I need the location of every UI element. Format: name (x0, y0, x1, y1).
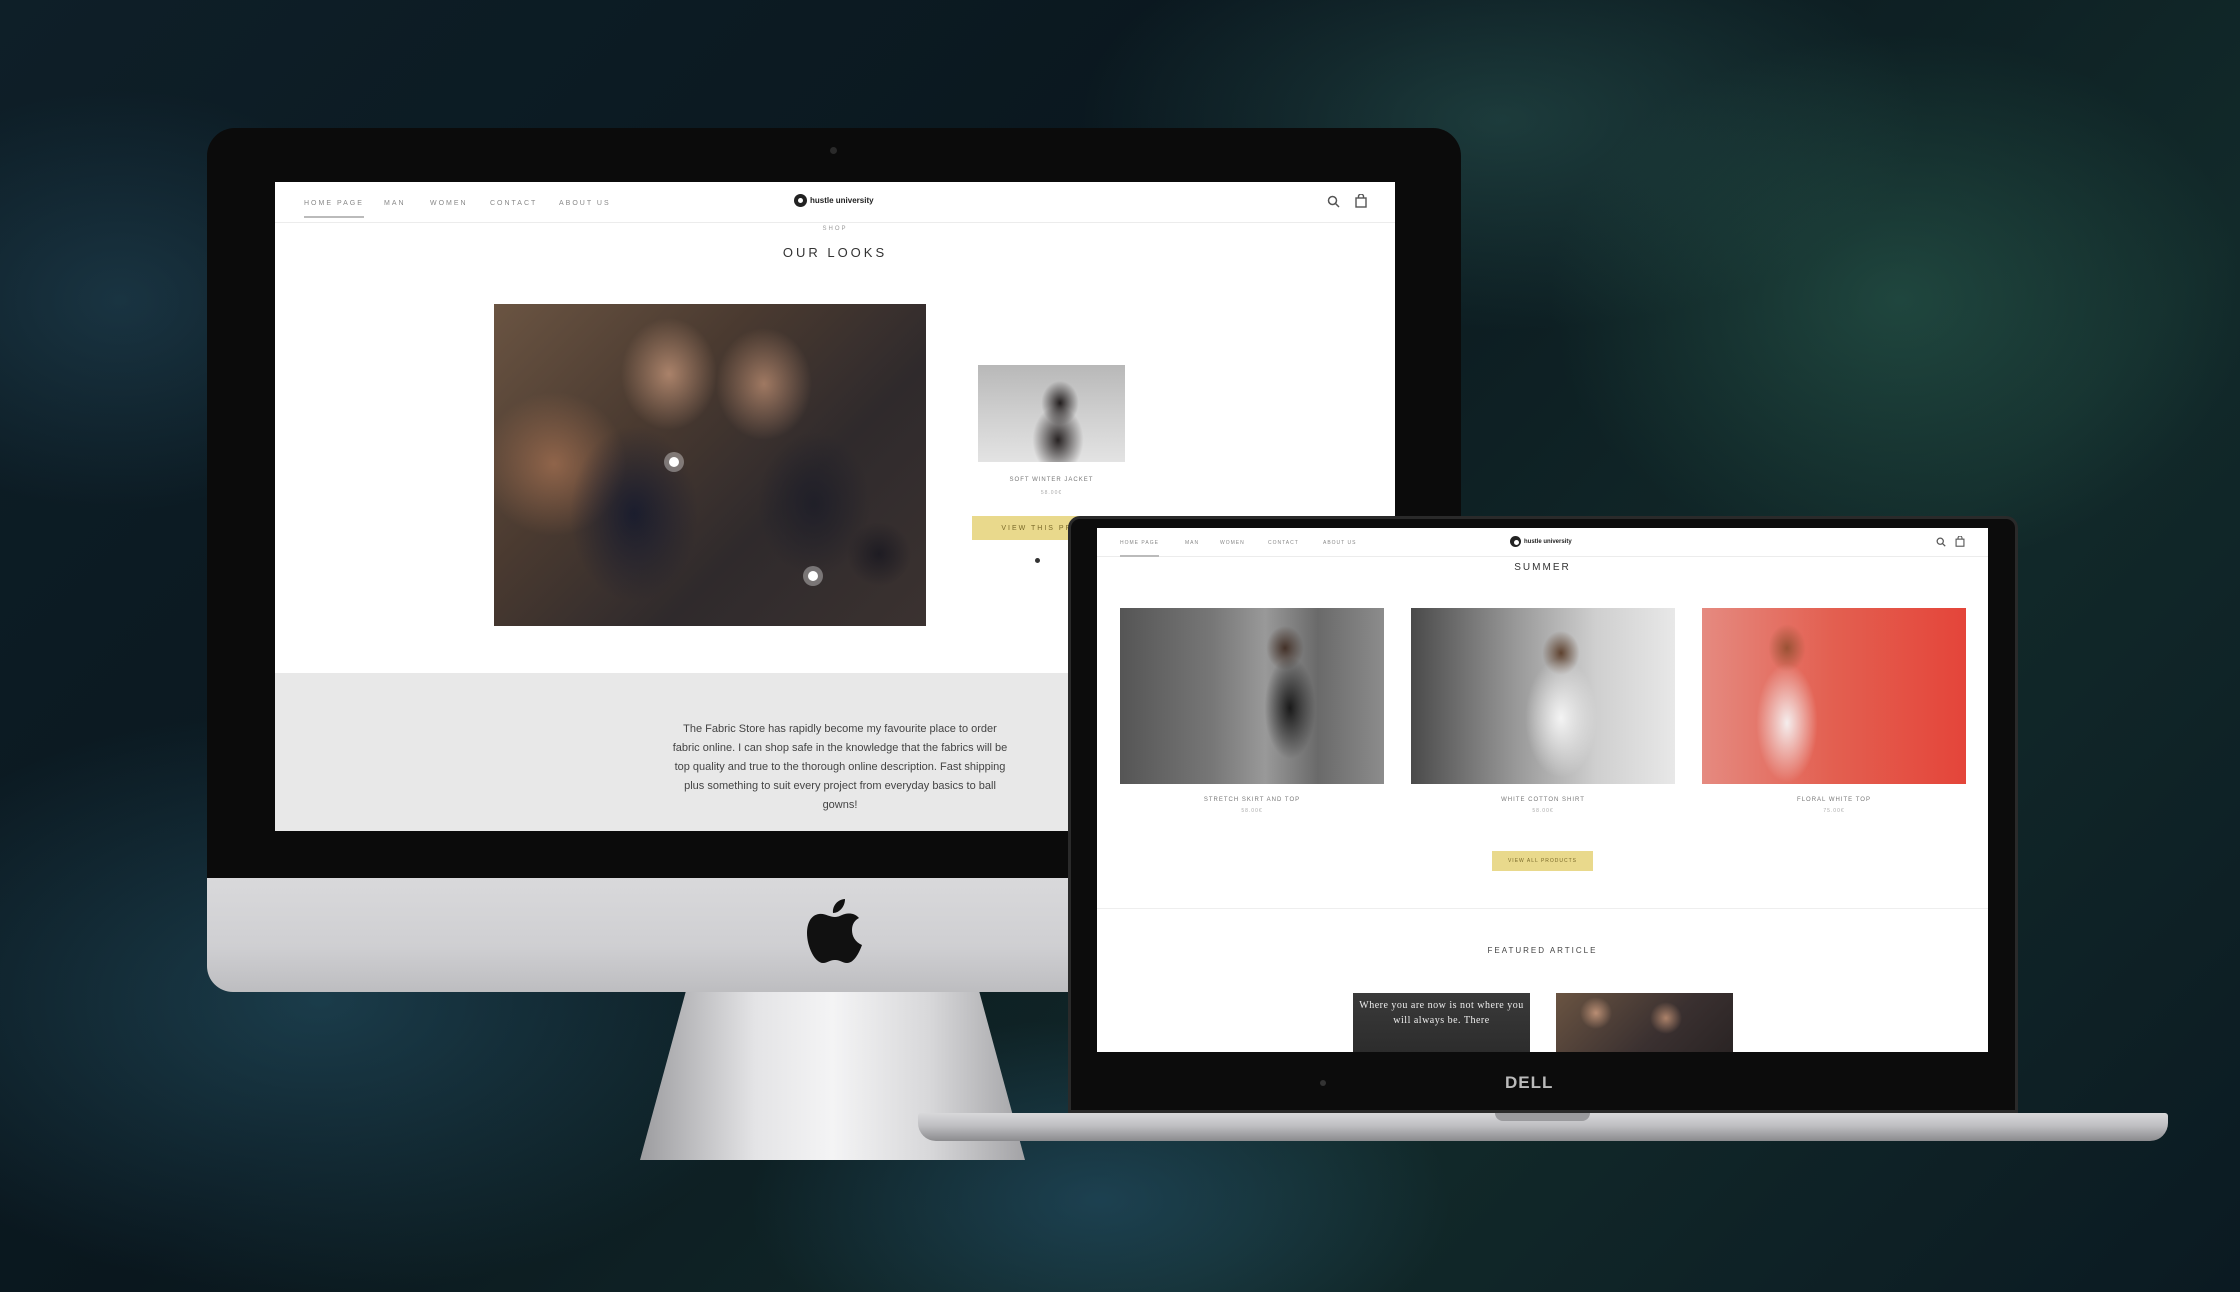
article-card[interactable] (1556, 993, 1733, 1052)
imac-nav-bar: HOME PAGE MAN WOMEN CONTACT ABOUT US hus… (275, 182, 1395, 223)
product-name[interactable]: STRETCH SKIRT AND TOP (1120, 797, 1384, 803)
brand-mark-icon (1510, 536, 1521, 547)
search-icon[interactable] (1327, 195, 1340, 208)
laptop-nav-bar: HOME PAGE MAN WOMEN CONTACT ABOUT US hus… (1097, 528, 1988, 557)
product-image[interactable] (978, 365, 1125, 462)
section-divider (1097, 908, 1988, 909)
product-price: 58.00€ (1040, 490, 1063, 496)
brand-mark-icon (794, 194, 807, 207)
nav-man[interactable]: MAN (384, 200, 406, 207)
brand-name: hustle university (810, 196, 874, 205)
product-card[interactable]: WHITE COTTON SHIRT 58.00€ (1411, 608, 1675, 814)
product-price: 58.00€ (1532, 808, 1554, 814)
product-image[interactable] (1411, 608, 1675, 784)
product-price: 75.00€ (1823, 808, 1845, 814)
look-photo[interactable] (494, 304, 926, 626)
brand-name: hustle university (1524, 538, 1572, 545)
nav-man[interactable]: MAN (1185, 540, 1199, 546)
look-hotspot[interactable] (803, 566, 823, 586)
section-title: SUMMER (1514, 562, 1571, 573)
laptop-led (1320, 1080, 1326, 1086)
article-quote[interactable]: Where you are now is not where you will … (1353, 998, 1530, 1028)
carousel-dot-active[interactable] (1035, 558, 1040, 563)
look-hotspot[interactable] (664, 452, 684, 472)
apple-logo-icon (807, 899, 862, 963)
nav-about-us[interactable]: ABOUT US (559, 200, 611, 207)
page-title: OUR LOOKS (782, 245, 888, 260)
dell-logo: DELL (1505, 1073, 1554, 1092)
featured-article-title: FEATURED ARTICLE (1487, 946, 1598, 955)
section-eyebrow: SHOP (822, 226, 848, 232)
testimonial-text: The Fabric Store has rapidly become my f… (672, 723, 1008, 811)
brand-logo[interactable]: hustle university (1510, 536, 1572, 547)
laptop-notch (1495, 1113, 1590, 1121)
nav-contact[interactable]: CONTACT (490, 200, 537, 207)
cart-icon[interactable] (1355, 194, 1367, 208)
nav-women[interactable]: WOMEN (430, 200, 468, 207)
product-card[interactable]: STRETCH SKIRT AND TOP 58.00€ (1120, 608, 1384, 814)
laptop-screen: HOME PAGE MAN WOMEN CONTACT ABOUT US hus… (1097, 528, 1988, 1052)
product-image[interactable] (1120, 608, 1384, 784)
product-price: 58.00€ (1241, 808, 1263, 814)
product-name[interactable]: SOFT WINTER JACKET (978, 477, 1125, 483)
imac-camera (830, 147, 837, 154)
nav-about-us[interactable]: ABOUT US (1323, 540, 1356, 546)
search-icon[interactable] (1936, 537, 1946, 547)
nav-home-page[interactable]: HOME PAGE (1120, 540, 1159, 557)
nav-women[interactable]: WOMEN (1220, 540, 1245, 546)
view-all-products-button[interactable]: VIEW ALL PRODUCTS (1492, 851, 1593, 871)
product-name[interactable]: FLORAL WHITE TOP (1702, 797, 1966, 803)
product-card[interactable]: FLORAL WHITE TOP 75.00€ (1702, 608, 1966, 814)
nav-home-page[interactable]: HOME PAGE (304, 200, 364, 218)
product-image[interactable] (1702, 608, 1966, 784)
cart-icon[interactable] (1955, 536, 1965, 547)
product-name[interactable]: WHITE COTTON SHIRT (1411, 797, 1675, 803)
brand-logo[interactable]: hustle university (794, 194, 874, 207)
nav-contact[interactable]: CONTACT (1268, 540, 1299, 546)
